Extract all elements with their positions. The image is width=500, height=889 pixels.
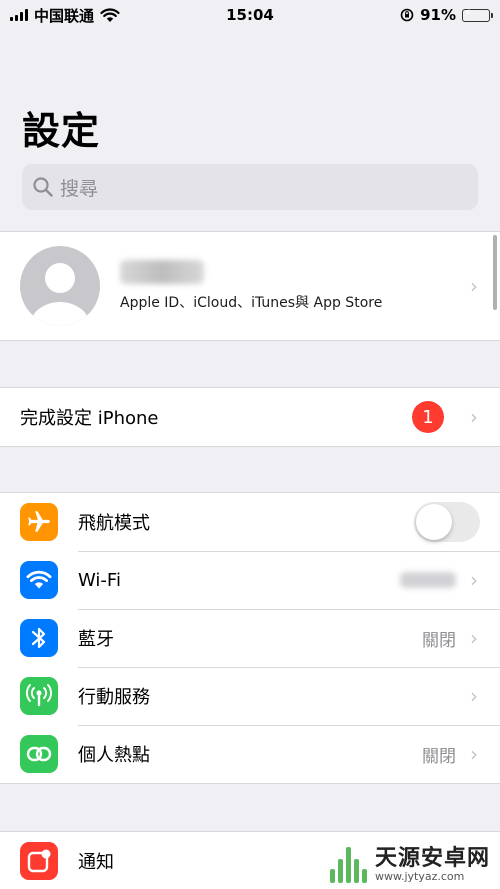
- search-icon: [33, 177, 53, 197]
- signal-icon: [10, 9, 28, 21]
- cellular-label: 行動服務: [78, 687, 150, 708]
- wifi-network-blurred: [400, 572, 456, 588]
- hotspot-row[interactable]: 個人熱點 關閉 ›: [0, 725, 500, 783]
- bluetooth-icon: [20, 619, 58, 657]
- finish-setup-label: 完成設定 iPhone: [20, 408, 159, 429]
- chevron-right-icon: ›: [470, 274, 478, 298]
- wifi-row[interactable]: Wi-Fi ›: [0, 551, 500, 609]
- airplane-mode-label: 飛航模式: [78, 513, 150, 534]
- profile-group: Apple ID、iCloud、iTunes與 App Store ›: [0, 231, 500, 341]
- chevron-right-icon: ›: [470, 626, 478, 650]
- airplane-mode-toggle[interactable]: [414, 502, 480, 542]
- wifi-status-icon: [100, 7, 120, 22]
- airplane-mode-row: 飛航模式: [0, 493, 500, 551]
- search-placeholder: 搜尋: [60, 177, 99, 200]
- chevron-right-icon: ›: [470, 742, 478, 766]
- battery-percent: 91%: [420, 6, 456, 24]
- wifi-label: Wi-Fi: [78, 569, 121, 591]
- scroll-indicator: [493, 235, 497, 310]
- chevron-right-icon: ›: [470, 684, 478, 708]
- avatar: [20, 246, 100, 326]
- setup-group: 完成設定 iPhone 1 ›: [0, 387, 500, 447]
- chevron-right-icon: ›: [470, 405, 478, 429]
- status-bar: 中国联通 15:04 91% ⚡: [0, 0, 500, 30]
- connectivity-group: 飛航模式 Wi-Fi › 藍牙 關閉 › 行動服務 › 個人熱點 關閉 ›: [0, 492, 500, 784]
- chevron-right-icon: ›: [470, 568, 478, 592]
- cellular-row[interactable]: 行動服務 ›: [0, 667, 500, 725]
- hotspot-icon: [20, 735, 58, 773]
- profile-text: Apple ID、iCloud、iTunes與 App Store: [120, 260, 470, 312]
- apple-id-row[interactable]: Apple ID、iCloud、iTunes與 App Store ›: [0, 232, 500, 340]
- hotspot-value: 關閉: [422, 746, 456, 767]
- status-right: 91% ⚡: [400, 6, 493, 24]
- airplane-icon: [20, 503, 58, 541]
- hotspot-label: 個人熱點: [78, 745, 150, 766]
- page-title: 設定: [22, 109, 101, 153]
- bluetooth-value: 關閉: [422, 630, 456, 651]
- bluetooth-row[interactable]: 藍牙 關閉 ›: [0, 609, 500, 667]
- watermark-name: 天源安卓网: [374, 845, 490, 871]
- bluetooth-label: 藍牙: [78, 629, 114, 650]
- search-field[interactable]: 搜尋: [22, 164, 478, 210]
- notifications-icon: [20, 842, 58, 880]
- cellular-icon: [20, 677, 58, 715]
- notification-badge: 1: [412, 401, 444, 433]
- carrier-name: 中国联通: [34, 6, 95, 25]
- profile-subtitle: Apple ID、iCloud、iTunes與 App Store: [120, 295, 383, 311]
- battery-icon: ⚡: [462, 8, 493, 22]
- profile-name-blurred: [120, 260, 204, 284]
- watermark-url: www.jytyaz.com: [374, 869, 465, 883]
- watermark: 天源安卓网 www.jytyaz.com: [329, 845, 490, 883]
- watermark-logo-icon: [329, 846, 367, 883]
- finish-setup-row[interactable]: 完成設定 iPhone 1 ›: [0, 388, 500, 446]
- wifi-icon: [20, 561, 58, 599]
- orientation-lock-icon: [400, 8, 414, 22]
- status-left: 中国联通: [10, 5, 120, 26]
